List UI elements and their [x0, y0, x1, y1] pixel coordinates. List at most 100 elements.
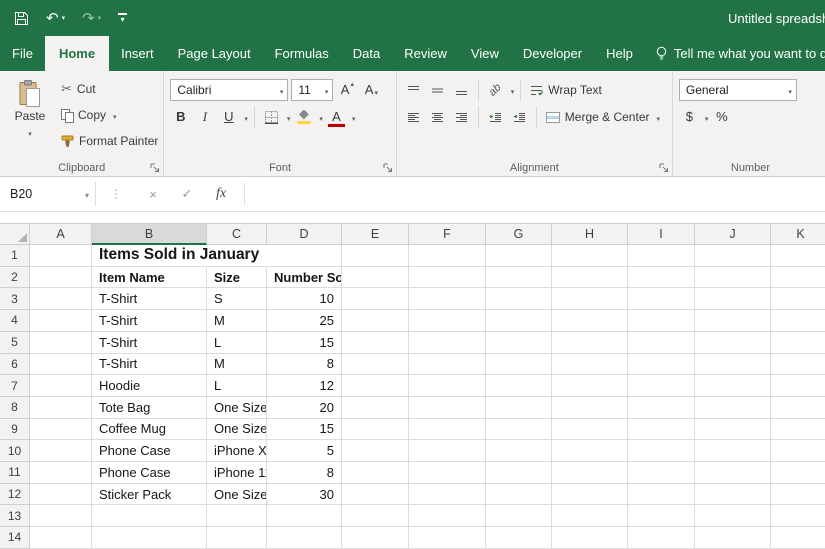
- cell-f9[interactable]: [409, 419, 486, 441]
- borders-caret[interactable]: [285, 108, 291, 126]
- copy-button[interactable]: Copy: [58, 102, 161, 128]
- column-header-c[interactable]: C: [207, 224, 267, 245]
- cell-f8[interactable]: [409, 397, 486, 419]
- tab-insert[interactable]: Insert: [109, 36, 166, 71]
- save-button[interactable]: [14, 11, 29, 26]
- insert-function-button[interactable]: fx: [204, 182, 238, 206]
- cell-i12[interactable]: [628, 484, 695, 506]
- cell-g1[interactable]: [486, 245, 552, 267]
- cell-f10[interactable]: [409, 440, 486, 462]
- cell-h13[interactable]: [552, 505, 628, 527]
- cell-e12[interactable]: [342, 484, 409, 506]
- cell-a11[interactable]: [30, 462, 92, 484]
- cell-c14[interactable]: [207, 527, 267, 549]
- fill-color-button[interactable]: [293, 106, 314, 128]
- font-size-select[interactable]: 11: [291, 79, 333, 101]
- paste-button[interactable]: Paste: [4, 76, 56, 158]
- cell-b5[interactable]: T-Shirt: [92, 332, 207, 354]
- tell-me-search[interactable]: Tell me what you want to do: [655, 36, 825, 71]
- decrease-font-size-button[interactable]: A▾: [360, 79, 381, 101]
- cell-a12[interactable]: [30, 484, 92, 506]
- row-header-4[interactable]: 4: [0, 310, 30, 332]
- row-header-8[interactable]: 8: [0, 397, 30, 419]
- cell-h5[interactable]: [552, 332, 628, 354]
- cell-j3[interactable]: [695, 288, 771, 310]
- cell-b12[interactable]: Sticker Pack: [92, 484, 207, 506]
- cell-i9[interactable]: [628, 419, 695, 441]
- row-header-5[interactable]: 5: [0, 332, 30, 354]
- orientation-caret[interactable]: [509, 81, 515, 99]
- cell-g11[interactable]: [486, 462, 552, 484]
- cell-j6[interactable]: [695, 354, 771, 376]
- underline-button[interactable]: U: [218, 106, 239, 128]
- cell-h2[interactable]: [552, 267, 628, 289]
- tab-home[interactable]: Home: [45, 36, 109, 71]
- cell-c11[interactable]: iPhone 11: [207, 462, 267, 484]
- name-box[interactable]: B20: [0, 182, 96, 206]
- cell-j11[interactable]: [695, 462, 771, 484]
- column-header-j[interactable]: J: [695, 224, 771, 245]
- cell-f4[interactable]: [409, 310, 486, 332]
- cell-i10[interactable]: [628, 440, 695, 462]
- tab-view[interactable]: View: [459, 36, 511, 71]
- cell-d3[interactable]: 10: [267, 288, 342, 310]
- cell-f14[interactable]: [409, 527, 486, 549]
- formula-input[interactable]: [251, 182, 825, 206]
- cell-k12[interactable]: [771, 484, 825, 506]
- accounting-format-caret[interactable]: [703, 108, 709, 126]
- top-align-button[interactable]: [403, 79, 424, 101]
- cell-a8[interactable]: [30, 397, 92, 419]
- row-header-14[interactable]: 14: [0, 527, 30, 549]
- cell-f5[interactable]: [409, 332, 486, 354]
- cell-f12[interactable]: [409, 484, 486, 506]
- name-box-splitter[interactable]: ⋮: [110, 187, 122, 201]
- cell-b11[interactable]: Phone Case: [92, 462, 207, 484]
- cell-d7[interactable]: 12: [267, 375, 342, 397]
- tab-help[interactable]: Help: [594, 36, 645, 71]
- column-header-a[interactable]: A: [30, 224, 92, 245]
- cell-c8[interactable]: One Size: [207, 397, 267, 419]
- cell-f2[interactable]: [409, 267, 486, 289]
- cell-b1[interactable]: Items Sold in January: [92, 245, 207, 267]
- customize-quick-access-button[interactable]: [118, 13, 127, 23]
- cell-e2[interactable]: [342, 267, 409, 289]
- cell-g7[interactable]: [486, 375, 552, 397]
- wrap-text-button[interactable]: Wrap Text: [527, 77, 605, 103]
- cell-d5[interactable]: 15: [267, 332, 342, 354]
- cell-i2[interactable]: [628, 267, 695, 289]
- cell-k13[interactable]: [771, 505, 825, 527]
- accounting-format-button[interactable]: $: [679, 106, 700, 128]
- alignment-dialog-launcher[interactable]: [659, 163, 669, 173]
- cell-a4[interactable]: [30, 310, 92, 332]
- cell-c5[interactable]: L: [207, 332, 267, 354]
- format-painter-button[interactable]: Format Painter: [58, 128, 161, 154]
- cell-f11[interactable]: [409, 462, 486, 484]
- cell-i6[interactable]: [628, 354, 695, 376]
- tab-data[interactable]: Data: [341, 36, 392, 71]
- font-name-select[interactable]: Calibri: [170, 79, 288, 101]
- cell-g8[interactable]: [486, 397, 552, 419]
- font-dialog-launcher[interactable]: [383, 163, 393, 173]
- column-header-f[interactable]: F: [409, 224, 486, 245]
- column-header-e[interactable]: E: [342, 224, 409, 245]
- cell-d10[interactable]: 5: [267, 440, 342, 462]
- font-color-button[interactable]: A: [326, 106, 347, 128]
- cell-h1[interactable]: [552, 245, 628, 267]
- cell-g10[interactable]: [486, 440, 552, 462]
- cut-button[interactable]: Cut: [58, 76, 161, 102]
- underline-caret[interactable]: [242, 108, 248, 126]
- cell-d9[interactable]: 15: [267, 419, 342, 441]
- cell-b6[interactable]: T-Shirt: [92, 354, 207, 376]
- cell-j8[interactable]: [695, 397, 771, 419]
- cell-k4[interactable]: [771, 310, 825, 332]
- cell-j13[interactable]: [695, 505, 771, 527]
- cell-d4[interactable]: 25: [267, 310, 342, 332]
- cell-k2[interactable]: [771, 267, 825, 289]
- cell-b2[interactable]: Item Name: [92, 267, 207, 289]
- tab-formulas[interactable]: Formulas: [263, 36, 341, 71]
- column-header-g[interactable]: G: [486, 224, 552, 245]
- cell-h4[interactable]: [552, 310, 628, 332]
- cell-c10[interactable]: iPhone X: [207, 440, 267, 462]
- cell-e1[interactable]: [342, 245, 409, 267]
- cell-j10[interactable]: [695, 440, 771, 462]
